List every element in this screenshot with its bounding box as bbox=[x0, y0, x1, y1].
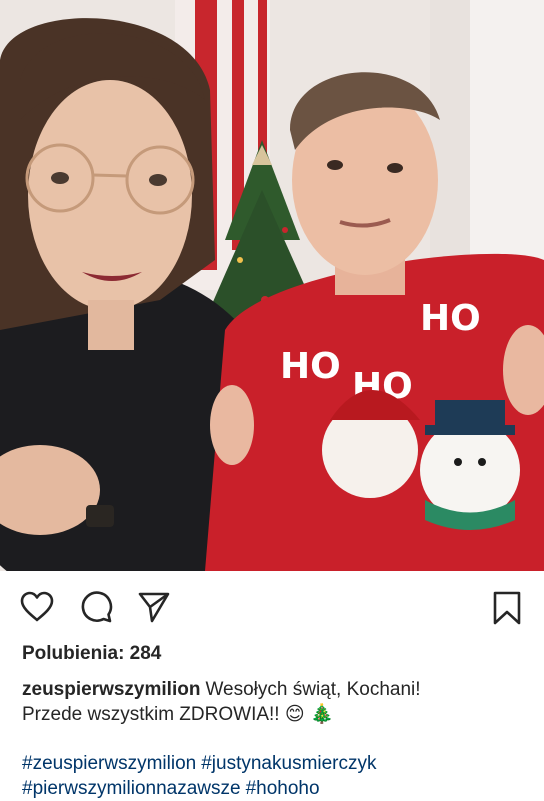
heart-outline-icon[interactable] bbox=[20, 591, 54, 623]
hashtag-link[interactable]: #zeuspierwszymilion bbox=[22, 753, 196, 774]
likes-count[interactable]: Polubienia: 284 bbox=[22, 643, 161, 665]
sweater-text-1: HO bbox=[280, 346, 341, 387]
post-caption: zeuspierwszymilion Wesołych świąt, Kochan… bbox=[22, 677, 527, 727]
sweater-text-3: HO bbox=[420, 298, 481, 339]
caption-text-line2: Przede wszystkim ZDROWIA!! bbox=[22, 704, 280, 725]
hashtag-link[interactable]: #justynakusmierczyk bbox=[201, 753, 376, 774]
bookmark-outline-icon[interactable] bbox=[492, 591, 522, 625]
selfie-image: HO HO HO bbox=[0, 0, 544, 571]
paper-plane-icon[interactable] bbox=[137, 591, 171, 623]
hashtag-link[interactable]: #hohoho bbox=[246, 778, 320, 799]
comment-bubble-icon[interactable] bbox=[79, 591, 113, 623]
christmas-tree-emoji: 🎄 bbox=[309, 703, 334, 725]
caption-text-line1: Wesołych świąt, Kochani! bbox=[205, 679, 421, 700]
hashtag-link[interactable]: #pierwszymilionnazawsze bbox=[22, 778, 241, 799]
hashtags-block: #zeuspierwszymilion #justynakusmierczyk #… bbox=[22, 751, 532, 801]
caption-username[interactable]: zeuspierwszymilion bbox=[22, 679, 200, 700]
post-actions-bar bbox=[0, 571, 544, 639]
post-photo[interactable]: HO HO HO bbox=[0, 0, 544, 571]
smile-emoji: 😊 bbox=[284, 703, 305, 725]
